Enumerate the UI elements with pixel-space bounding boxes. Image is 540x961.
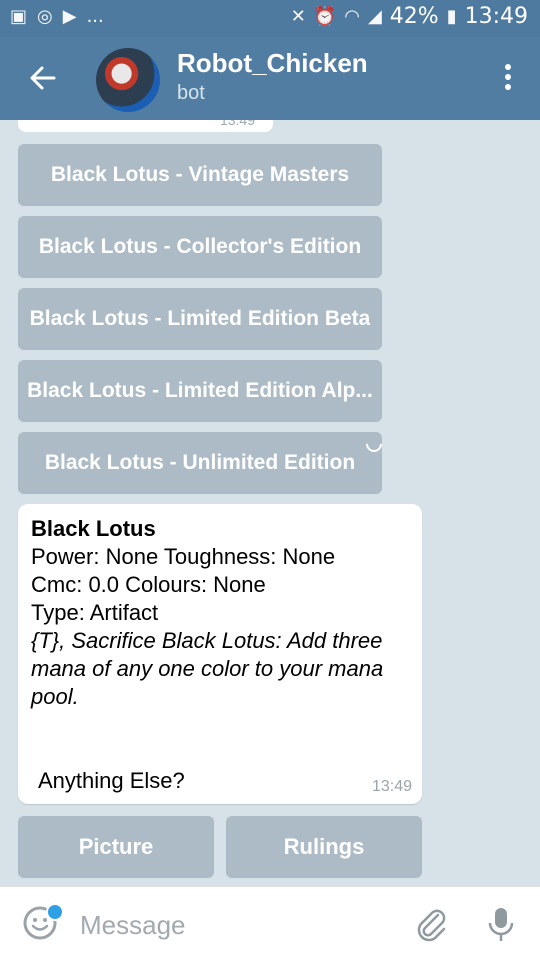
anything-else-text: Anything Else? bbox=[38, 768, 185, 793]
status-bar-left: ▣ ◎ ▶ ... bbox=[10, 6, 104, 27]
card-name: Black Lotus bbox=[31, 516, 156, 541]
message-input[interactable] bbox=[78, 907, 402, 943]
keyboard-button-label: Black Lotus - Limited Edition Beta bbox=[29, 307, 371, 330]
previous-message-time: 13:49 bbox=[219, 120, 255, 128]
keyboard-button-limited-edition-beta[interactable]: Black Lotus - Limited Edition Beta bbox=[18, 288, 382, 350]
message-input-bar bbox=[0, 886, 540, 961]
chat-area[interactable]: 13:49 Black Lotus - Vintage Masters Blac… bbox=[0, 120, 540, 886]
keyboard-button-collectors-edition[interactable]: Black Lotus - Collector's Edition bbox=[18, 216, 382, 278]
keyboard-button-label: Black Lotus - Vintage Masters bbox=[50, 163, 350, 186]
card-message-bubble: Black Lotus Power: None Toughness: None … bbox=[18, 504, 422, 804]
status-ellipsis: ... bbox=[86, 6, 104, 27]
signal-icon: ◢ bbox=[367, 6, 382, 27]
keyboard-button-label: Black Lotus - Limited Edition Alp... bbox=[27, 379, 373, 402]
card-text-line: {T}, Sacrifice Black Lotus: Add three bbox=[31, 628, 383, 653]
card-text-line: pool. bbox=[31, 684, 79, 709]
avatar[interactable] bbox=[96, 48, 160, 112]
picture-button[interactable]: Picture bbox=[18, 816, 214, 878]
previous-message-bubble: 13:49 bbox=[18, 120, 273, 132]
rulings-button[interactable]: Rulings bbox=[226, 816, 422, 878]
message-time: 13:49 bbox=[371, 778, 412, 795]
back-arrow-icon[interactable] bbox=[28, 58, 58, 98]
chat-subtitle: bot bbox=[177, 82, 205, 104]
mute-icon: ✕ bbox=[290, 6, 306, 27]
battery-icon: ▮ bbox=[446, 6, 457, 27]
status-bar-right: ✕ ⏰ ◠ ◢ 42% ▮ 13:49 bbox=[291, 4, 528, 29]
status-bar: ▣ ◎ ▶ ... ✕ ⏰ ◠ ◢ 42% ▮ 13:49 bbox=[0, 0, 540, 36]
attach-icon[interactable] bbox=[414, 907, 450, 943]
chat-header: Robot_Chicken bot bbox=[0, 36, 540, 120]
status-time: 13:49 bbox=[464, 4, 528, 29]
battery-percent: 42% bbox=[389, 4, 439, 29]
alarm-icon: ⏰ bbox=[313, 6, 337, 27]
keyboard-button-label: Black Lotus - Unlimited Edition bbox=[44, 451, 356, 474]
card-type: Type: Artifact bbox=[31, 600, 159, 625]
wifi-icon: ◠ bbox=[344, 6, 360, 27]
more-vert-icon[interactable] bbox=[504, 64, 512, 94]
keyboard-button-vintage-masters[interactable]: Black Lotus - Vintage Masters bbox=[18, 144, 382, 206]
keyboard-button-label: Black Lotus - Collector's Edition bbox=[38, 235, 362, 258]
play-icon: ▶ bbox=[62, 6, 77, 27]
notification-dot bbox=[46, 903, 64, 921]
card-power-toughness: Power: None Toughness: None bbox=[31, 544, 336, 569]
picture-button-label: Picture bbox=[78, 834, 154, 859]
image-icon: ▣ bbox=[10, 6, 28, 27]
whatsapp-icon: ◎ bbox=[37, 6, 53, 27]
card-text-line: mana of any one color to your mana bbox=[31, 656, 384, 681]
chat-title[interactable]: Robot_Chicken bbox=[177, 48, 368, 79]
keyboard-button-limited-edition-alpha[interactable]: Black Lotus - Limited Edition Alp... bbox=[18, 360, 382, 422]
keyboard-button-unlimited-edition[interactable]: Black Lotus - Unlimited Edition bbox=[18, 432, 382, 494]
rulings-button-label: Rulings bbox=[283, 834, 365, 859]
card-cmc-colours: Cmc: 0.0 Colours: None bbox=[31, 572, 266, 597]
mic-icon[interactable] bbox=[486, 905, 516, 945]
